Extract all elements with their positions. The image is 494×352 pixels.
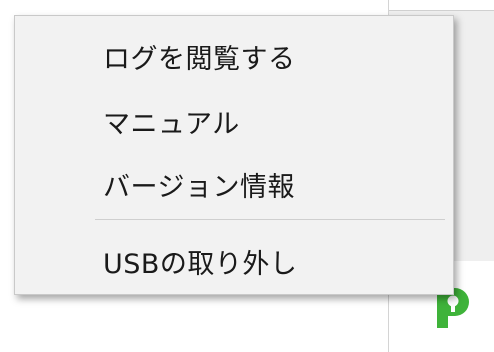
context-menu: ログを閲覧する マニュアル バージョン情報 USBの取り外し	[14, 15, 454, 295]
menu-item-label: バージョン情報	[103, 171, 295, 203]
menu-item-label: ログを閲覧する	[103, 43, 296, 75]
menu-item-label: USBの取り外し	[103, 248, 298, 280]
menu-item-manual[interactable]: マニュアル	[15, 91, 453, 151]
menu-item-label: マニュアル	[103, 108, 240, 140]
menu-item-remove-usb[interactable]: USBの取り外し	[15, 231, 453, 291]
menu-separator	[95, 219, 445, 220]
screen: ログを閲覧する マニュアル バージョン情報 USBの取り外し	[0, 0, 494, 352]
menu-item-view-log[interactable]: ログを閲覧する	[15, 26, 453, 86]
menu-item-version-info[interactable]: バージョン情報	[15, 154, 453, 214]
